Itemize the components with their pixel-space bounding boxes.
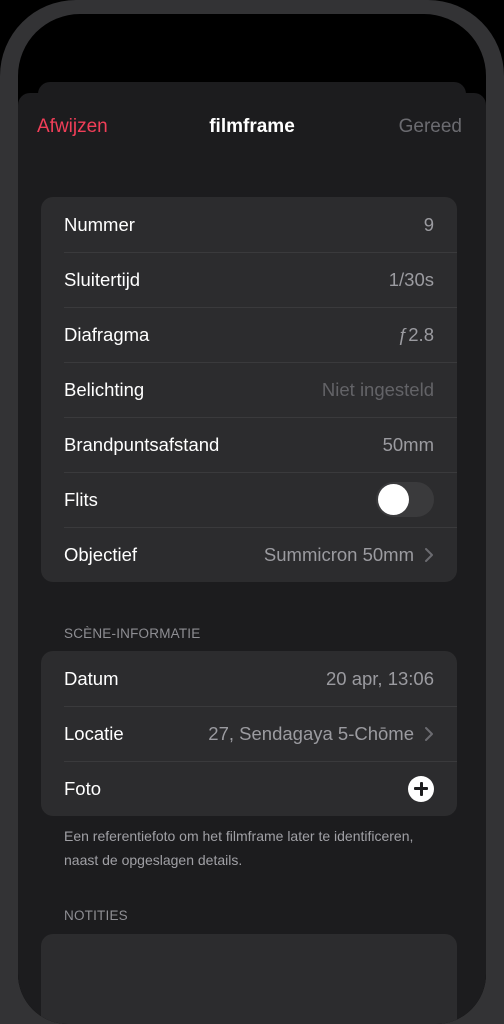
aperture-value: ƒ2.8 xyxy=(397,323,434,345)
add-photo-button[interactable] xyxy=(408,775,434,802)
modal-sheet: Afwijzen filmframe Gereed Nummer 9 Sluit… xyxy=(18,93,486,1024)
aperture-row[interactable]: Diafragma ƒ2.8 xyxy=(41,307,457,362)
number-row[interactable]: Nummer 9 xyxy=(41,197,457,252)
date-label: Datum xyxy=(64,667,119,689)
location-label: Locatie xyxy=(64,722,124,744)
aperture-label: Diafragma xyxy=(64,323,150,345)
exposure-label: Belichting xyxy=(64,378,145,400)
notes-field[interactable] xyxy=(41,934,457,1024)
number-label: Nummer xyxy=(64,213,135,235)
focal-length-label: Brandpuntsafstand xyxy=(64,433,220,455)
toggle-knob xyxy=(378,484,409,515)
photo-row: Foto xyxy=(41,761,457,816)
scene-info-group: Datum 20 apr, 13:06 Locatie 27, Sendagay… xyxy=(41,651,457,816)
number-value: 9 xyxy=(423,213,434,235)
notes-section-header: NOTITIES xyxy=(64,908,128,923)
screen: Afwijzen filmframe Gereed Nummer 9 Sluit… xyxy=(18,14,486,1024)
focal-length-row[interactable]: Brandpuntsafstand 50mm xyxy=(41,417,457,472)
date-value: 20 apr, 13:06 xyxy=(325,667,434,689)
chevron-right-icon xyxy=(424,547,434,563)
shutter-value: 1/30s xyxy=(388,268,434,290)
flash-row: Flits xyxy=(41,472,457,527)
lens-row[interactable]: Objectief Summicron 50mm xyxy=(41,527,457,582)
flash-label: Flits xyxy=(64,488,98,510)
location-value: 27, Sendagaya 5-Chōme xyxy=(208,722,414,744)
shutter-label: Sluitertijd xyxy=(64,268,141,290)
lens-value: Summicron 50mm xyxy=(263,543,414,565)
shutter-row[interactable]: Sluitertijd 1/30s xyxy=(41,252,457,307)
chevron-right-icon xyxy=(424,726,434,742)
done-button[interactable]: Gereed xyxy=(399,115,462,139)
date-row[interactable]: Datum 20 apr, 13:06 xyxy=(41,651,457,706)
lens-label: Objectief xyxy=(64,543,138,565)
flash-toggle[interactable] xyxy=(376,482,434,517)
exposure-row[interactable]: Belichting Niet ingesteld xyxy=(41,362,457,417)
navigation-bar: Afwijzen filmframe Gereed xyxy=(18,93,486,157)
cancel-button[interactable]: Afwijzen xyxy=(37,115,108,139)
focal-length-value: 50mm xyxy=(382,433,434,455)
location-row[interactable]: Locatie 27, Sendagaya 5-Chōme xyxy=(41,706,457,761)
scene-section-header: SCÈNE-INFORMATIE xyxy=(64,626,201,641)
exposure-value: Niet ingesteld xyxy=(321,378,434,400)
photo-label: Foto xyxy=(64,777,102,799)
photo-footer-note: Een referentiefoto om het filmframe late… xyxy=(64,828,414,868)
frame-details-group: Nummer 9 Sluitertijd 1/30s Diafragma ƒ2.… xyxy=(41,197,457,582)
